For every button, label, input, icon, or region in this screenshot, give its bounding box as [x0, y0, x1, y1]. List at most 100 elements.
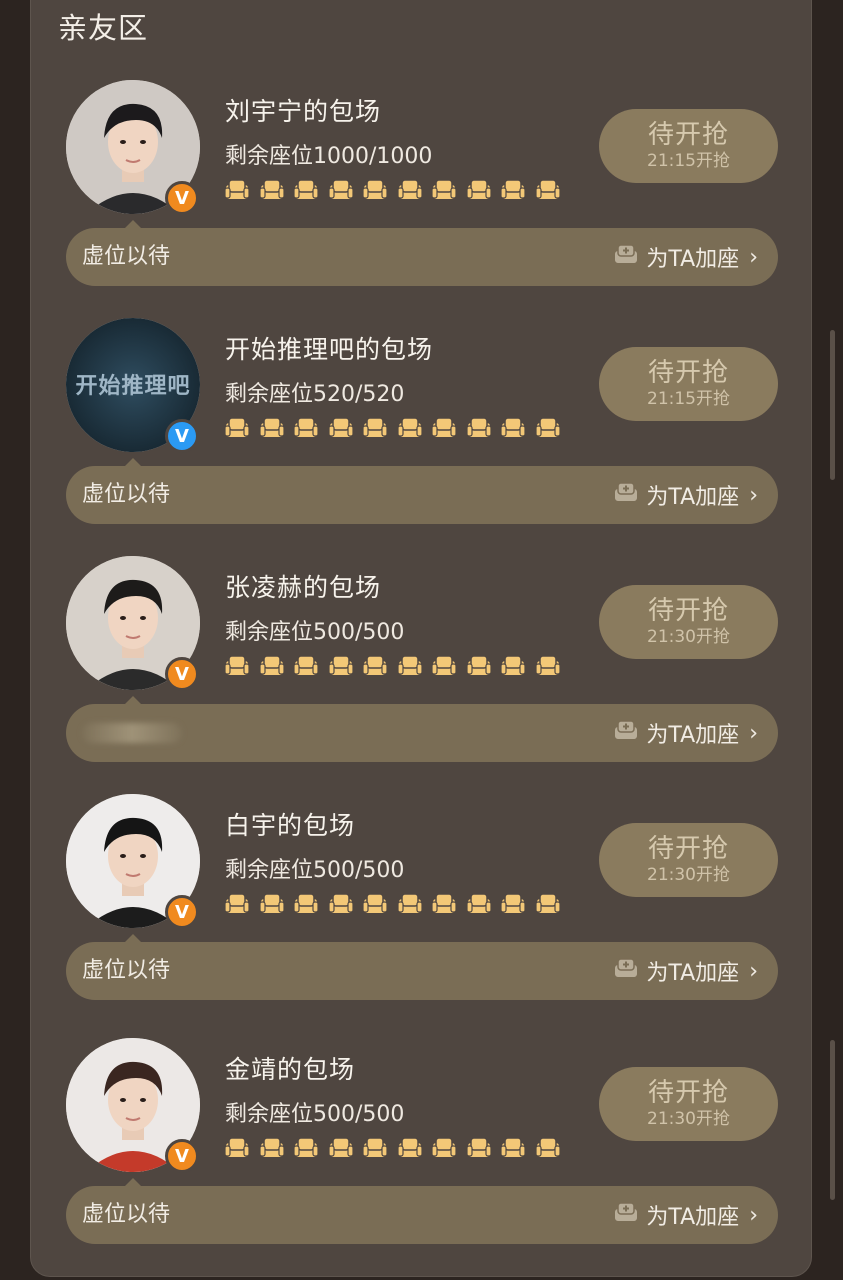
package-card: V 刘宇宁的包场剩余座位1000/1000 待开抢 21:15开抢虚位以待 为TA加座 › [0, 80, 843, 318]
chevron-right-icon: › [749, 244, 758, 270]
sofa-seat-icon [293, 891, 319, 917]
sofa-seat-icon [362, 177, 388, 203]
remaining-seats: 剩余座位500/500 [225, 858, 405, 883]
sofa-seat-icon [534, 653, 561, 679]
sofa-seat-icon [293, 653, 319, 679]
grab-start-time: 21:30开抢 [647, 1109, 730, 1129]
sofa-seat-icon [500, 891, 526, 917]
remaining-seats: 剩余座位500/500 [225, 620, 405, 645]
grab-button-label: 待开抢 [647, 120, 729, 150]
add-seat-link[interactable]: 为TA加座 › [612, 228, 758, 286]
add-seat-bar[interactable]: 为TA加座 › [66, 704, 778, 762]
package-card: V 张凌赫的包场 剩余座位500/500 待开抢 21:30开抢 为TA加座 › [0, 556, 843, 794]
svg-text:开始推理吧: 开始推理吧 [75, 373, 190, 399]
grab-button[interactable]: 待开抢 21:30开抢 [599, 585, 778, 659]
grab-button-label: 待开抢 [647, 834, 729, 864]
sofa-seat-icon [431, 1135, 457, 1161]
grab-start-time: 21:30开抢 [647, 865, 730, 885]
package-title: 金靖的包场 [225, 1055, 356, 1084]
add-seat-label: 为TA加座 [646, 961, 740, 986]
add-seat-bar[interactable]: 虚位以待 为TA加座 › [66, 942, 778, 1000]
chevron-right-icon: › [749, 482, 758, 508]
sofa-seat-icon [500, 1135, 526, 1161]
add-seat-bar[interactable]: 虚位以待 为TA加座 › [66, 1186, 778, 1244]
seat-icons [224, 891, 561, 917]
sofa-seat-icon [465, 177, 492, 203]
sofa-seat-icon [431, 177, 457, 203]
vacancy-label: 虚位以待 [82, 958, 171, 983]
sofa-seat-icon [224, 415, 250, 441]
sofa-seat-icon [327, 177, 354, 203]
package-title: 白宇的包场 [225, 811, 356, 840]
grab-button[interactable]: 待开抢 21:15开抢 [599, 347, 778, 421]
add-seat-icon [612, 956, 640, 986]
sofa-seat-icon [293, 1135, 319, 1161]
sofa-seat-icon [224, 177, 250, 203]
add-seat-link[interactable]: 为TA加座 › [612, 1186, 758, 1244]
sofa-seat-icon [500, 653, 526, 679]
add-seat-link[interactable]: 为TA加座 › [612, 466, 758, 524]
verified-badge-icon: V [165, 419, 199, 453]
seat-icons [224, 177, 561, 203]
grab-start-time: 21:15开抢 [647, 151, 730, 171]
section-title: 亲友区 [58, 11, 149, 45]
vacancy-label: 虚位以待 [82, 482, 171, 507]
sofa-seat-icon [465, 415, 492, 441]
sofa-seat-icon [224, 1135, 250, 1161]
add-seat-label: 为TA加座 [646, 485, 740, 510]
sofa-seat-icon [465, 653, 492, 679]
chevron-right-icon: › [749, 1202, 758, 1228]
remaining-seats: 剩余座位1000/1000 [225, 144, 433, 169]
package-title: 刘宇宁的包场 [225, 97, 382, 126]
verified-badge-icon: V [165, 1139, 199, 1173]
add-seat-bar[interactable]: 虚位以待 为TA加座 › [66, 228, 778, 286]
grab-button-label: 待开抢 [647, 358, 729, 388]
grab-button[interactable]: 待开抢 21:15开抢 [599, 109, 778, 183]
sofa-seat-icon [396, 1135, 423, 1161]
sofa-seat-icon [327, 415, 354, 441]
add-seat-link[interactable]: 为TA加座 › [612, 704, 758, 762]
sofa-seat-icon [293, 415, 319, 441]
grab-button[interactable]: 待开抢 21:30开抢 [599, 823, 778, 897]
sofa-seat-icon [258, 415, 285, 441]
sofa-seat-icon [431, 653, 457, 679]
sofa-seat-icon [500, 177, 526, 203]
sofa-seat-icon [362, 653, 388, 679]
package-title: 开始推理吧的包场 [225, 335, 434, 364]
sofa-seat-icon [396, 177, 423, 203]
remaining-seats: 剩余座位500/500 [225, 1102, 405, 1127]
add-seat-link[interactable]: 为TA加座 › [612, 942, 758, 1000]
sofa-seat-icon [396, 653, 423, 679]
verified-badge-icon: V [165, 181, 199, 215]
grab-button-label: 待开抢 [647, 596, 729, 626]
sofa-seat-icon [534, 177, 561, 203]
add-seat-label: 为TA加座 [646, 1205, 740, 1230]
package-card: V 白宇的包场剩余座位500/500 待开抢 21:30开抢虚位以待 为TA加座 › [0, 794, 843, 1032]
sofa-seat-icon [431, 415, 457, 441]
sofa-seat-icon [258, 177, 285, 203]
sofa-seat-icon [362, 891, 388, 917]
verified-badge-icon: V [165, 895, 199, 929]
seat-icons [224, 415, 561, 441]
grab-button-label: 待开抢 [647, 1078, 729, 1108]
vacancy-label: 虚位以待 [82, 244, 171, 269]
grab-button[interactable]: 待开抢 21:30开抢 [599, 1067, 778, 1141]
add-seat-bar[interactable]: 虚位以待 为TA加座 › [66, 466, 778, 524]
package-card: 开始推理吧 V 开始推理吧的包场剩余座位520/520 待开抢 21:15开抢虚位以待 为… [0, 318, 843, 556]
add-seat-icon [612, 718, 640, 748]
grab-start-time: 21:15开抢 [647, 389, 730, 409]
grab-start-time: 21:30开抢 [647, 627, 730, 647]
sofa-seat-icon [224, 891, 250, 917]
package-card: V 金靖的包场 剩余座位500/500 待开抢 21:30开抢 虚位以待 为TA加座 › [0, 1038, 843, 1276]
sofa-seat-icon [534, 1135, 561, 1161]
sofa-seat-icon [396, 891, 423, 917]
remaining-seats: 剩余座位520/520 [225, 382, 405, 407]
sofa-seat-icon [293, 177, 319, 203]
add-seat-icon [612, 242, 640, 272]
sofa-seat-icon [258, 1135, 285, 1161]
sofa-seat-icon [327, 891, 354, 917]
sofa-seat-icon [258, 891, 285, 917]
add-seat-label: 为TA加座 [646, 247, 740, 272]
sofa-seat-icon [500, 415, 526, 441]
add-seat-icon [612, 1200, 640, 1230]
